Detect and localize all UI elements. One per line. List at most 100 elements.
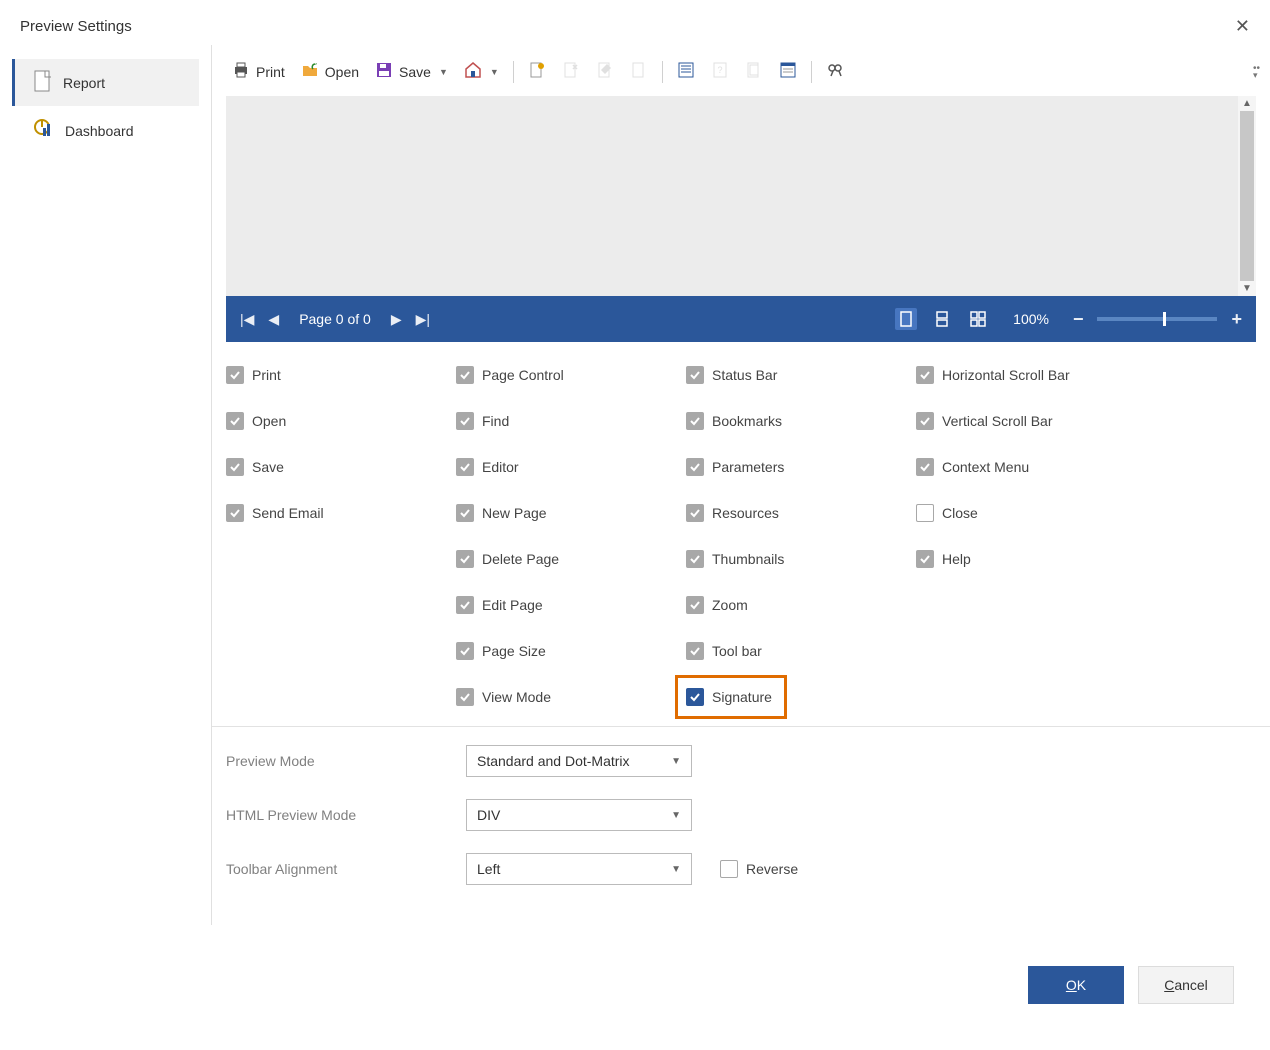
edit-page-button[interactable] — [590, 57, 620, 86]
preview-area: ▲ ▼ — [226, 96, 1256, 296]
checkbox-label: Zoom — [712, 597, 748, 613]
checkbox-label: Horizontal Scroll Bar — [942, 367, 1070, 383]
checkbox-view-mode[interactable] — [456, 688, 474, 706]
open-button[interactable]: Open — [295, 57, 365, 86]
chevron-down-icon: ▼ — [671, 810, 681, 821]
checkbox-signature[interactable] — [686, 688, 704, 706]
scroll-down-icon[interactable]: ▼ — [1242, 283, 1252, 294]
scroll-up-icon[interactable]: ▲ — [1242, 98, 1252, 109]
separator — [811, 61, 812, 83]
page-label: Page 0 of 0 — [299, 311, 371, 327]
checkbox-page-control[interactable] — [456, 366, 474, 384]
checkbox-page-size[interactable] — [456, 642, 474, 660]
resources-button[interactable] — [739, 57, 769, 86]
close-icon[interactable]: ✕ — [1235, 16, 1250, 37]
checkbox-send-email[interactable] — [226, 504, 244, 522]
prev-page-icon[interactable]: ◀ — [268, 311, 279, 328]
zoom-in-icon[interactable]: + — [1231, 309, 1242, 330]
zoom-out-icon[interactable]: − — [1073, 309, 1084, 330]
find-button[interactable] — [820, 57, 850, 86]
html-preview-mode-select[interactable]: DIV ▼ — [466, 799, 692, 831]
sidebar: Report Dashboard — [0, 45, 212, 925]
toolbar-alignment-label: Toolbar Alignment — [226, 861, 466, 877]
sidebar-item-label: Dashboard — [65, 123, 134, 139]
checkbox-find[interactable] — [456, 412, 474, 430]
checkbox-tool-bar[interactable] — [686, 642, 704, 660]
view-continuous-icon[interactable] — [931, 308, 953, 330]
checkbox-label: Find — [482, 413, 509, 429]
page-new-icon — [528, 61, 546, 82]
checkbox-open[interactable] — [226, 412, 244, 430]
sidebar-item-report[interactable]: Report — [12, 59, 199, 106]
checkbox-label: New Page — [482, 505, 547, 521]
checkbox-horizontal-scroll-bar[interactable] — [916, 366, 934, 384]
sidebar-item-label: Report — [63, 75, 105, 91]
ok-button[interactable]: OK — [1028, 966, 1124, 1004]
bookmarks-icon — [779, 61, 797, 82]
next-page-icon[interactable]: ▶ — [391, 311, 402, 328]
checkbox-label: Close — [942, 505, 978, 521]
page-size-icon — [630, 61, 648, 82]
checkbox-delete-page[interactable] — [456, 550, 474, 568]
delete-page-button[interactable] — [556, 57, 586, 86]
checkbox-parameters[interactable] — [686, 458, 704, 476]
chevron-down-icon: ▼ — [671, 756, 681, 767]
zoom-label: 100% — [1013, 311, 1049, 327]
checkbox-new-page[interactable] — [456, 504, 474, 522]
checkbox-label: Vertical Scroll Bar — [942, 413, 1052, 429]
checkbox-label: Page Size — [482, 643, 546, 659]
print-button[interactable]: Print — [226, 57, 291, 86]
scroll-thumb[interactable] — [1240, 111, 1254, 281]
page-size-button[interactable] — [624, 57, 654, 86]
reverse-checkbox[interactable] — [720, 860, 738, 878]
checkbox-label: Send Email — [252, 505, 324, 521]
checkbox-label: Thumbnails — [712, 551, 784, 567]
checkbox-label: Delete Page — [482, 551, 559, 567]
send-email-button[interactable]: ▼ — [458, 57, 505, 86]
preview-mode-select[interactable]: Standard and Dot-Matrix ▼ — [466, 745, 692, 777]
checkbox-save[interactable] — [226, 458, 244, 476]
save-button[interactable]: Save ▼ — [369, 57, 454, 86]
editor-button[interactable] — [671, 57, 701, 86]
resources-icon — [745, 61, 763, 82]
vertical-scrollbar[interactable]: ▲ ▼ — [1238, 96, 1256, 296]
checkbox-print[interactable] — [226, 366, 244, 384]
zoom-slider[interactable] — [1097, 317, 1217, 321]
checkbox-label: Editor — [482, 459, 519, 475]
toolbar: Print Open Save ▼ ▼ — [212, 45, 1270, 96]
checkbox-context-menu[interactable] — [916, 458, 934, 476]
checkbox-label: Parameters — [712, 459, 784, 475]
dashboard-icon — [33, 118, 55, 143]
checkbox-bookmarks[interactable] — [686, 412, 704, 430]
separator — [662, 61, 663, 83]
checkbox-label: Signature — [712, 689, 772, 705]
checkbox-thumbnails[interactable] — [686, 550, 704, 568]
checkbox-vertical-scroll-bar[interactable] — [916, 412, 934, 430]
cancel-button[interactable]: Cancel — [1138, 966, 1234, 1004]
lower-options: Preview Mode Standard and Dot-Matrix ▼ H… — [212, 727, 1270, 899]
checkbox-status-bar[interactable] — [686, 366, 704, 384]
chevron-down-icon: ▼ — [671, 864, 681, 875]
bookmarks-button[interactable] — [773, 57, 803, 86]
checkbox-resources[interactable] — [686, 504, 704, 522]
dialog-footer: OK Cancel — [1028, 966, 1234, 1004]
checkbox-label: Tool bar — [712, 643, 762, 659]
view-multiple-icon[interactable] — [967, 308, 989, 330]
chevron-down-icon: ▼ — [490, 67, 499, 77]
new-page-button[interactable] — [522, 57, 552, 86]
checkbox-edit-page[interactable] — [456, 596, 474, 614]
chevron-down-icon: ▼ — [439, 67, 448, 77]
toolbar-alignment-select[interactable]: Left ▼ — [466, 853, 692, 885]
checkbox-close[interactable] — [916, 504, 934, 522]
parameters-button[interactable]: ? — [705, 57, 735, 86]
last-page-icon[interactable]: ▶| — [416, 311, 430, 328]
checkbox-help[interactable] — [916, 550, 934, 568]
checkbox-editor[interactable] — [456, 458, 474, 476]
first-page-icon[interactable]: |◀ — [240, 311, 254, 328]
html-preview-mode-label: HTML Preview Mode — [226, 807, 466, 823]
document-icon — [33, 69, 53, 96]
view-single-icon[interactable] — [895, 308, 917, 330]
checkbox-zoom[interactable] — [686, 596, 704, 614]
sidebar-item-dashboard[interactable]: Dashboard — [12, 108, 199, 153]
checkbox-label: View Mode — [482, 689, 551, 705]
